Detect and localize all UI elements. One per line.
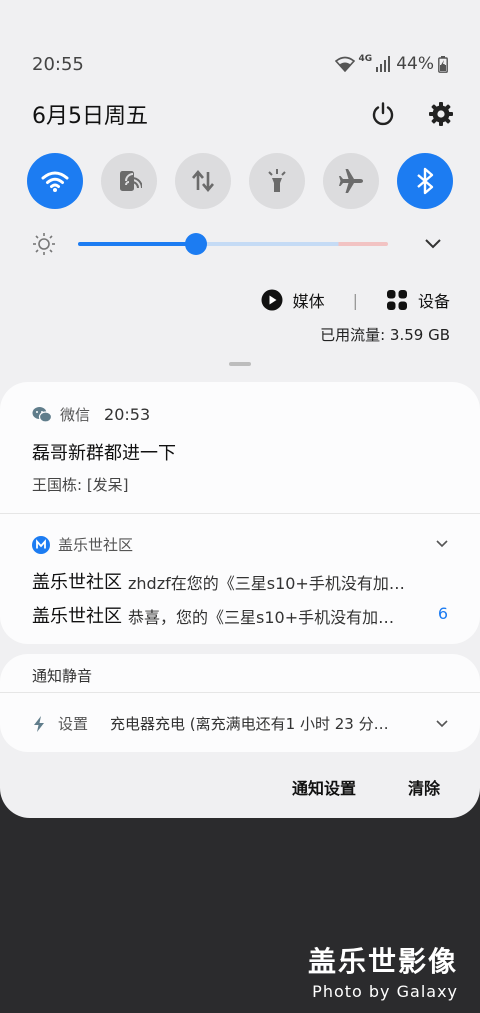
status-time: 20:55 <box>32 53 84 75</box>
status-bar: 20:55 4G 44% <box>32 52 448 76</box>
mobile-data-toggle[interactable] <box>175 153 231 209</box>
wifi-signal-icon <box>334 56 355 72</box>
cast-icon <box>120 171 142 191</box>
galaxy-notification-item[interactable]: 盖乐世社区 zhdzf在您的《三星s10+手机没有加… <box>32 568 448 594</box>
brightness-sun-icon <box>32 232 56 256</box>
airplane-icon <box>339 169 363 193</box>
date-label: 6月5日周五 <box>32 104 148 129</box>
divider <box>0 692 480 693</box>
charging-notification[interactable]: 设置 充电器充电 (离充满电还有1 小时 23 分… <box>32 713 448 734</box>
wifi-toggle[interactable] <box>27 153 83 209</box>
wechat-icon <box>32 406 52 424</box>
item-title: 盖乐世社区 <box>32 606 122 627</box>
notification-panel: 20:55 4G 44% 6月5日周五 媒体 | 设备 已用流量: 3.59 G… <box>0 0 480 818</box>
battery-percent: 44% <box>396 54 434 74</box>
brightness-slider[interactable] <box>78 233 388 255</box>
brightness-row <box>32 228 442 260</box>
divider <box>0 513 480 514</box>
clear-button[interactable]: 清除 <box>408 775 440 799</box>
media-button[interactable]: 媒体 <box>293 288 325 312</box>
power-icon[interactable] <box>370 101 396 127</box>
bluetooth-toggle[interactable] <box>397 153 453 209</box>
battery-charging-icon <box>438 55 448 73</box>
wifi-icon <box>41 171 69 192</box>
cell-signal-icon <box>376 56 391 72</box>
watermark-title: 盖乐世影像 <box>307 945 458 978</box>
silent-notifications-card: 通知静音 设置 充电器充电 (离充满电还有1 小时 23 分… <box>0 654 480 752</box>
data-usage-label: 已用流量: 3.59 GB <box>320 326 450 344</box>
flashlight-icon <box>268 169 286 192</box>
quick-settings <box>27 153 453 209</box>
media-devices-row: 媒体 | 设备 <box>261 286 450 314</box>
silent-header: 通知静音 <box>32 667 93 685</box>
watermark-subtitle: Photo by Galaxy <box>312 982 458 1001</box>
drag-handle[interactable] <box>229 362 251 366</box>
galaxy-notification-item[interactable]: 盖乐世社区 恭喜，您的《三星s10+手机没有加… 6 <box>32 602 448 628</box>
item-count-badge: 6 <box>437 604 448 623</box>
notification-card: 微信 20:53 磊哥新群都进一下 王国栋: [发呆] 盖乐世社区 盖乐世社区 … <box>0 382 480 644</box>
item-body: zhdzf在您的《三星s10+手机没有加… <box>128 574 405 593</box>
galaxy-expand-chevron-icon[interactable] <box>436 540 448 548</box>
item-title: 盖乐世社区 <box>32 572 122 593</box>
separator: | <box>352 290 358 310</box>
devices-button[interactable]: 设备 <box>418 288 450 312</box>
date-row: 6月5日周五 <box>32 96 454 132</box>
notification-settings-button[interactable]: 通知设置 <box>292 775 356 799</box>
item-body: 恭喜，您的《三星s10+手机没有加… <box>128 608 395 627</box>
panel-actions: 通知设置 清除 <box>292 775 440 799</box>
silent-expand-chevron-icon[interactable] <box>436 719 448 728</box>
cast-toggle[interactable] <box>101 153 157 209</box>
airplane-toggle[interactable] <box>323 153 379 209</box>
settings-app-name: 设置 <box>58 715 89 733</box>
lightning-icon <box>32 715 46 733</box>
play-circle-icon[interactable] <box>261 289 283 311</box>
devices-grid-icon[interactable] <box>386 289 408 311</box>
wechat-text[interactable]: 王国栋: [发呆] <box>32 474 129 495</box>
watermark: 盖乐世影像 Photo by Galaxy <box>308 940 458 1001</box>
wechat-title[interactable]: 磊哥新群都进一下 <box>32 439 176 465</box>
data-arrows-icon <box>192 169 214 193</box>
wechat-time: 20:53 <box>104 405 151 424</box>
galaxy-community-icon <box>32 535 50 554</box>
wechat-app-name: 微信 <box>60 406 91 424</box>
wechat-header[interactable]: 微信 20:53 <box>32 404 150 425</box>
network-type-label: 4G <box>358 54 373 64</box>
brightness-thumb[interactable] <box>184 233 207 255</box>
status-icons: 4G 44% <box>334 54 448 74</box>
galaxy-app-name: 盖乐世社区 <box>58 536 134 554</box>
bluetooth-icon <box>417 167 434 195</box>
charging-text: 充电器充电 (离充满电还有1 小时 23 分… <box>110 715 389 733</box>
flashlight-toggle[interactable] <box>249 153 305 209</box>
galaxy-header[interactable]: 盖乐世社区 <box>32 534 133 555</box>
expand-chevron-icon[interactable] <box>424 238 442 250</box>
settings-gear-icon[interactable] <box>428 101 454 127</box>
